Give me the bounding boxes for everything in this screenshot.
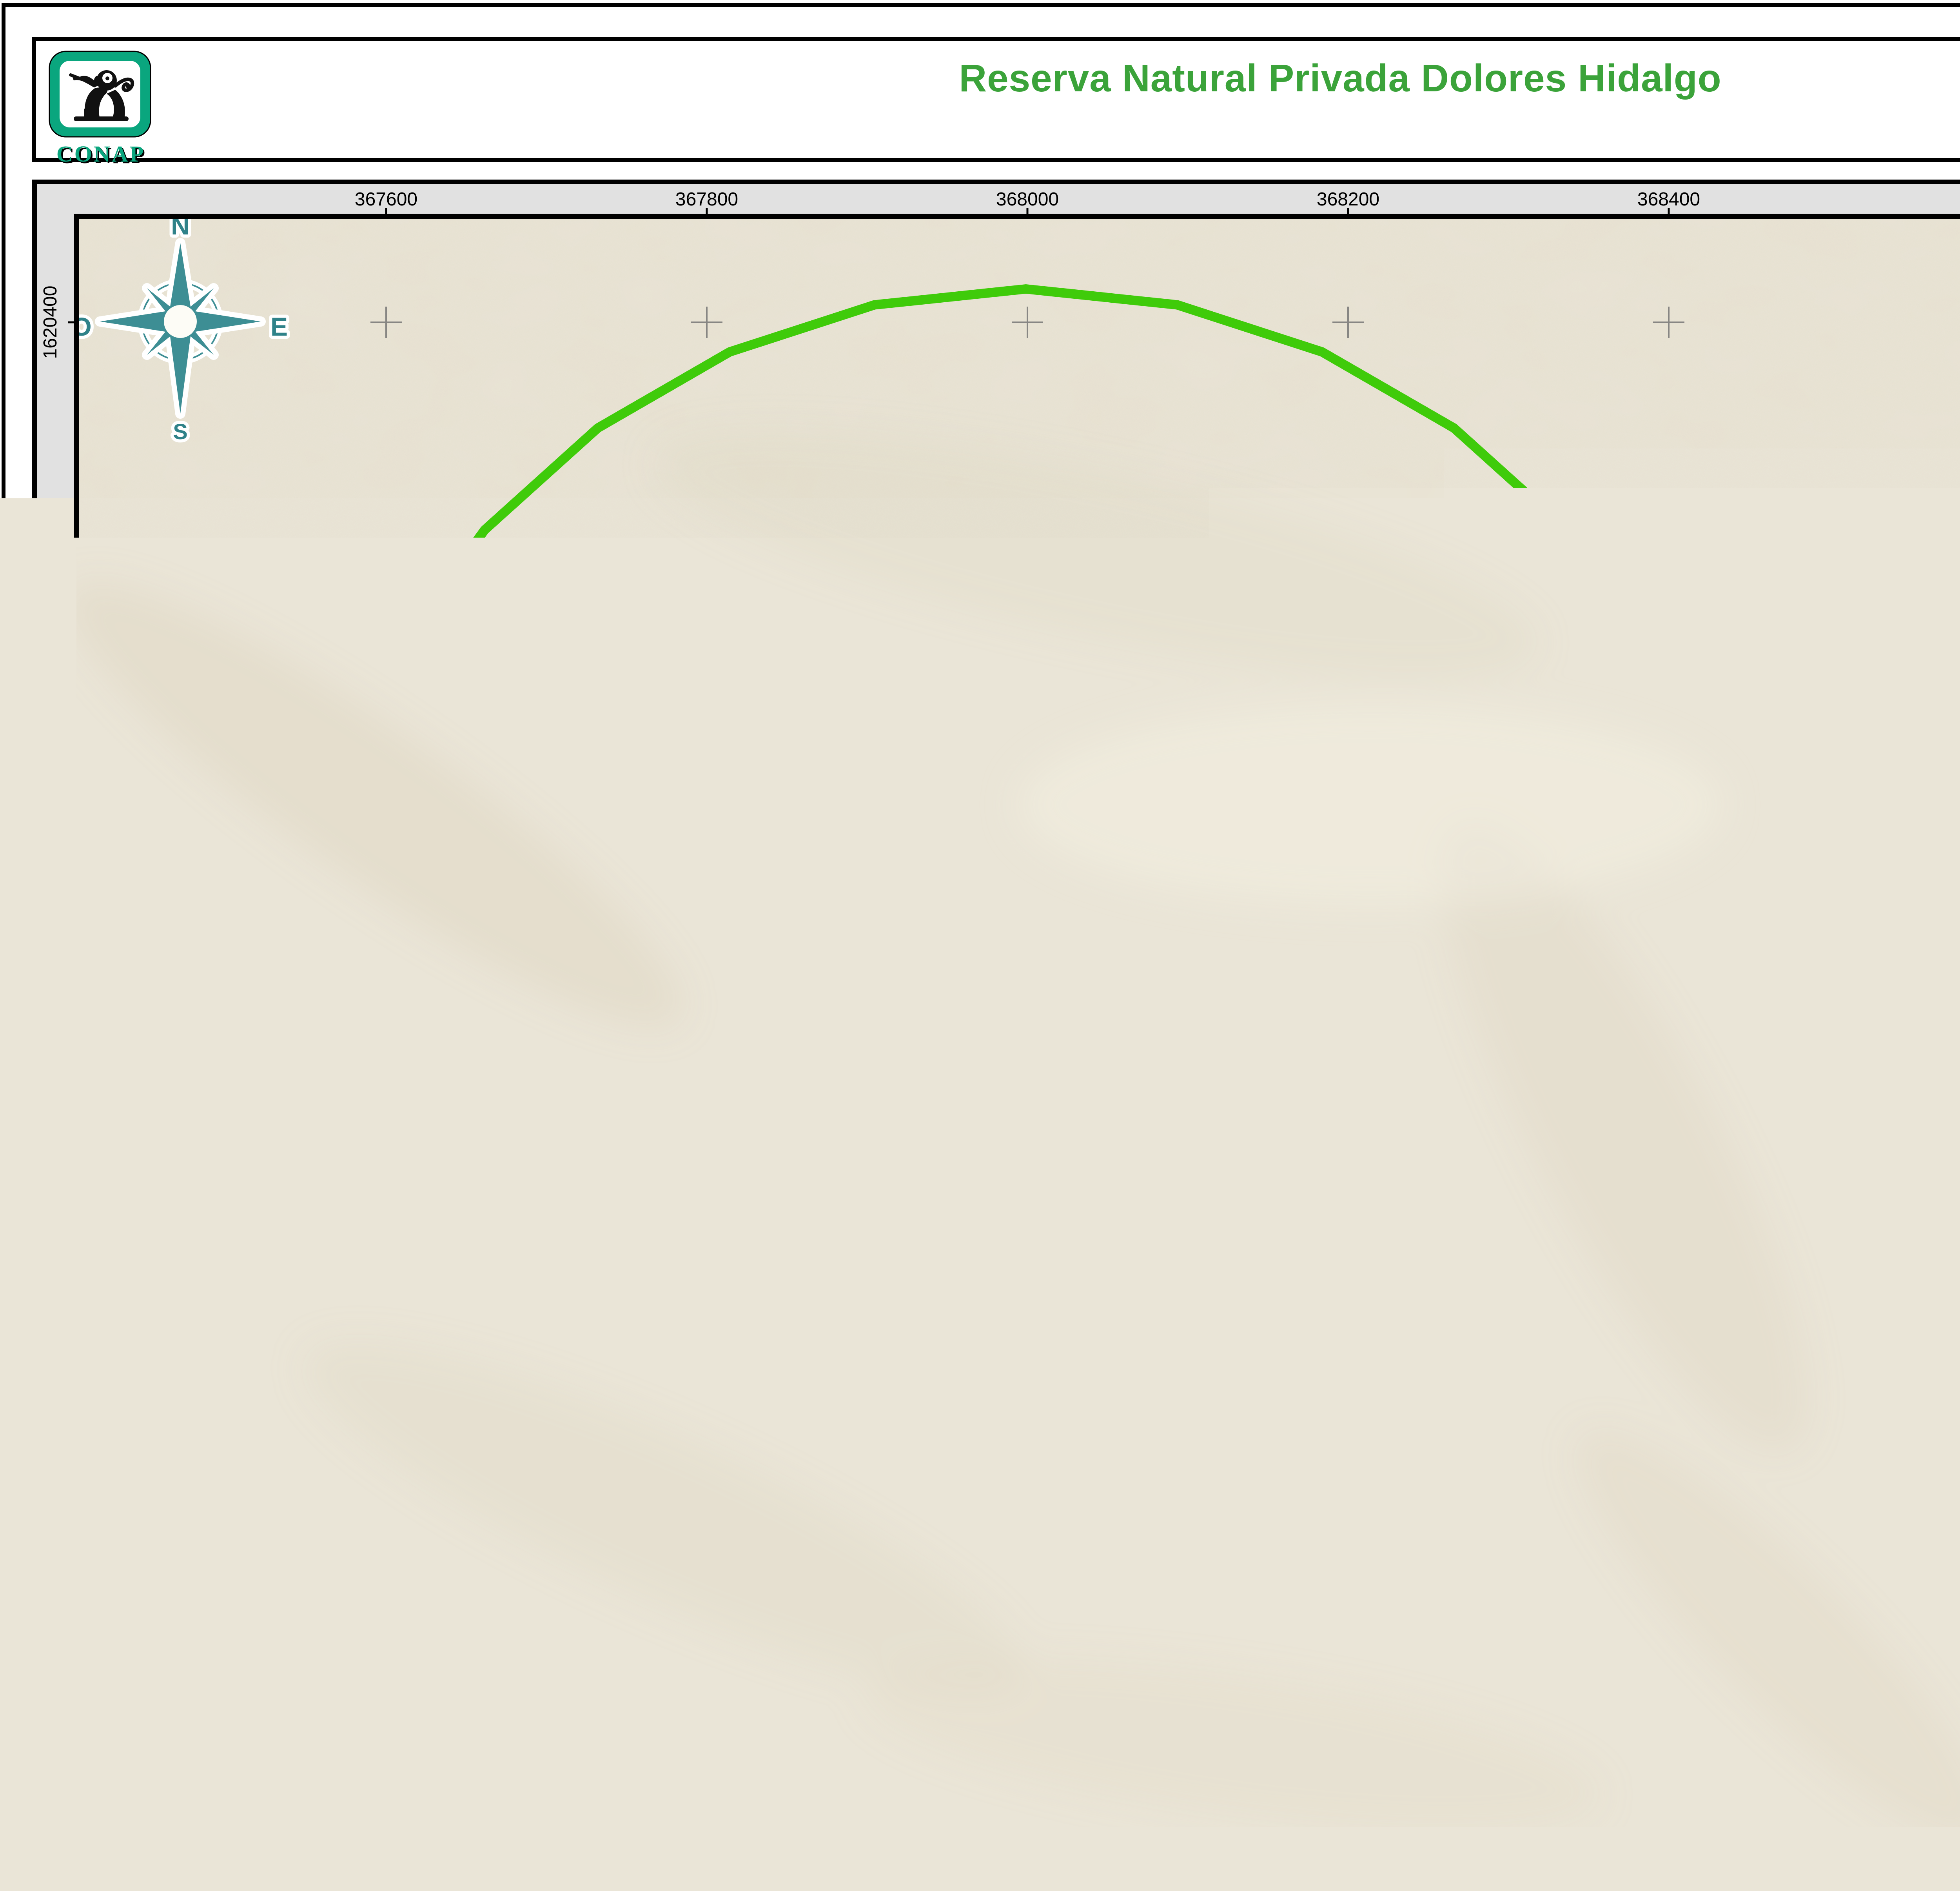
x-axis-label-top: 368000: [996, 189, 1059, 210]
scale-tick-02: 0.2: [450, 1725, 483, 1752]
x-axis-label-top: 367600: [355, 189, 417, 210]
scale-tick-0: 0: [155, 1725, 169, 1752]
y-axis-label-left: 1620400: [40, 286, 61, 359]
page-title: Reserva Natural Privada Dolores Hidalgo: [36, 56, 1960, 100]
y-axis-label-left: 1620000: [40, 905, 61, 979]
x-axis-label-bottom: 367600: [355, 1842, 417, 1863]
scale-unit-label: Kilómetros: [484, 1725, 599, 1752]
conap-logo-text: CONAP: [48, 141, 154, 167]
x-axis-label-top: 368400: [1637, 189, 1700, 210]
x-axis-label-top: 368200: [1317, 189, 1379, 210]
scale-tick-005: 0.05: [211, 1725, 258, 1752]
y-axis-label-left: 1619800: [40, 1215, 61, 1288]
x-axis-label-top: 367800: [675, 189, 738, 210]
map-document-page: CONAP Reserva Natural Privada Dolores Hi…: [0, 0, 1960, 1891]
x-axis-label-bottom: 368200: [1317, 1842, 1379, 1863]
map-canvas: RETALHULEU N E S O: [32, 211, 1960, 1882]
x-axis-label-bottom: 367800: [675, 1842, 738, 1863]
x-axis-label-bottom: 368000: [996, 1842, 1059, 1863]
x-axis-label-bottom: 368400: [1637, 1842, 1700, 1863]
compass-s-label: S: [173, 419, 187, 444]
main-map-frame: RETALHULEU N E S O: [32, 180, 1960, 1882]
y-axis-label-left: 1619600: [40, 1525, 61, 1598]
scale-tick-01: 0.1: [297, 1725, 330, 1752]
header: CONAP Reserva Natural Privada Dolores Hi…: [32, 37, 1960, 162]
y-axis-label-left: 1620200: [40, 596, 61, 669]
place-label: RETALHULEU: [872, 1008, 1194, 1043]
compass-e-label: E: [270, 312, 288, 341]
